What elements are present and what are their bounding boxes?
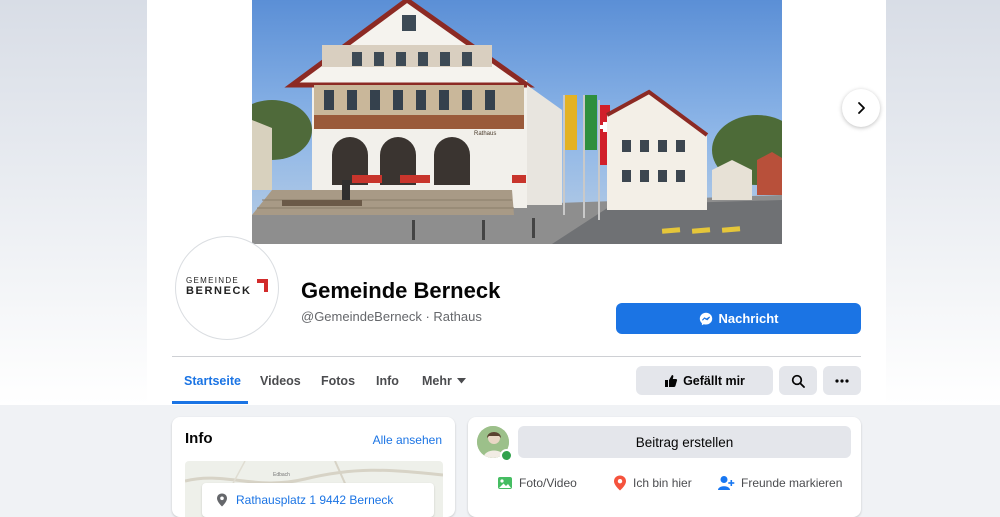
- chevron-down-icon: [456, 378, 466, 384]
- logo-line2: BERNECK: [186, 285, 252, 297]
- tab-startseite[interactable]: Startseite: [184, 374, 241, 388]
- page-title: Gemeinde Berneck: [301, 278, 501, 303]
- page-handle-category: @GemeindeBerneck · Rathaus: [301, 309, 482, 324]
- tab-fotos[interactable]: Fotos: [321, 374, 355, 388]
- page-avatar[interactable]: GEMEINDE BERNECK: [175, 236, 279, 340]
- cover-rathaus-sign: Rathaus: [474, 131, 496, 137]
- location-pin-icon: [217, 493, 227, 507]
- online-status-indicator: [500, 449, 513, 462]
- photo-video-button[interactable]: Foto/Video: [497, 474, 577, 492]
- tag-friends-icon: [718, 476, 735, 490]
- tag-friends-label: Freunde markieren: [741, 476, 843, 490]
- next-photo-button[interactable]: [842, 89, 880, 127]
- see-all-link[interactable]: Alle ansehen: [373, 433, 442, 447]
- cover-photo[interactable]: Rathaus: [252, 0, 782, 244]
- address-row[interactable]: Rathausplatz 1 9442 Berneck: [202, 483, 434, 517]
- search-button[interactable]: [779, 366, 817, 395]
- search-icon: [791, 374, 805, 388]
- like-button[interactable]: Gefällt mir: [636, 366, 773, 395]
- more-icon: [835, 378, 849, 383]
- logo-line1: GEMEINDE: [186, 276, 240, 285]
- info-card: Info Alle ansehen Edbach Rathausplatz 1 …: [172, 417, 455, 517]
- berneck-logo: GEMEINDE BERNECK: [186, 276, 268, 300]
- info-card-title: Info: [185, 430, 213, 447]
- tab-videos[interactable]: Videos: [260, 374, 301, 388]
- map-label: Edbach: [273, 472, 290, 478]
- photo-video-label: Foto/Video: [519, 476, 577, 490]
- location-pin-icon: [614, 475, 626, 491]
- logo-mark-icon: [257, 279, 268, 292]
- messenger-icon: [699, 312, 712, 325]
- tab-info[interactable]: Info: [376, 374, 399, 388]
- tab-mehr-label: Mehr: [422, 374, 452, 388]
- active-tab-indicator: [172, 401, 248, 404]
- check-in-button[interactable]: Ich bin hier: [613, 474, 692, 492]
- thumbs-up-icon: [665, 374, 678, 387]
- photo-icon: [498, 477, 512, 489]
- message-button-label: Nachricht: [718, 311, 779, 326]
- header-divider: [172, 356, 861, 357]
- post-composer-card: Beitrag erstellen: [468, 417, 861, 517]
- create-post-button[interactable]: Beitrag erstellen: [518, 426, 851, 458]
- like-button-label: Gefällt mir: [683, 373, 745, 388]
- tag-friends-button[interactable]: Freunde markieren: [718, 474, 842, 492]
- message-button[interactable]: Nachricht: [616, 303, 861, 334]
- address-link[interactable]: Rathausplatz 1 9442 Berneck: [236, 493, 393, 507]
- more-options-button[interactable]: [823, 366, 861, 395]
- chevron-right-icon: [858, 102, 865, 114]
- check-in-label: Ich bin hier: [633, 476, 692, 490]
- tab-mehr[interactable]: Mehr: [422, 374, 466, 388]
